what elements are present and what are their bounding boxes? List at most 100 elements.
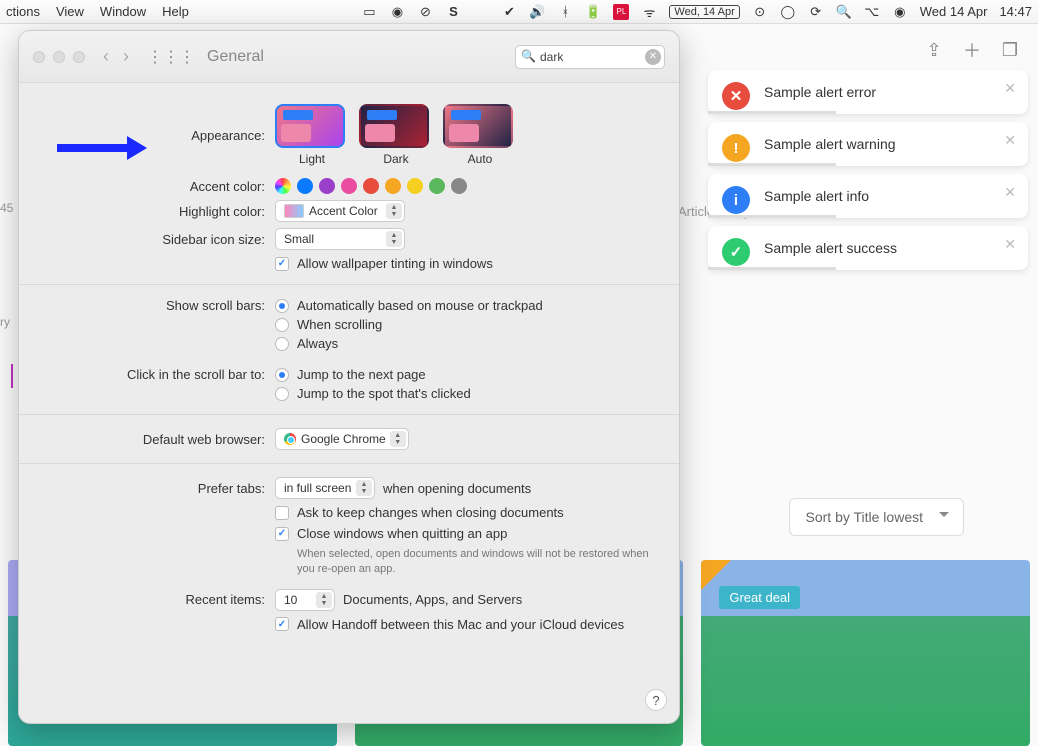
bg-fragment: ry (0, 315, 10, 329)
sort-dropdown[interactable]: Sort by Title lowest (789, 498, 965, 536)
menu-item[interactable]: Help (162, 4, 189, 19)
close-windows-checkbox[interactable] (275, 527, 289, 541)
appearance-light-preview (275, 104, 345, 148)
sidebar-size-select[interactable]: Small ▲▼ (275, 228, 405, 250)
forward-button[interactable]: › (123, 46, 129, 67)
click-spot-radio[interactable] (275, 387, 289, 401)
record-icon[interactable]: ◉ (389, 4, 405, 20)
menubar-date[interactable]: Wed 14 Apr (920, 4, 988, 19)
traffic-lights (33, 51, 85, 63)
volume-icon[interactable]: 🔊 (529, 4, 545, 20)
new-tab-icon[interactable]: ＋ (962, 40, 982, 60)
appearance-dark-preview (359, 104, 429, 148)
browser-value: Google Chrome (301, 432, 386, 446)
accent-green[interactable] (429, 178, 445, 194)
scroll-auto-radio[interactable] (275, 299, 289, 313)
language-flag-icon[interactable]: PL (613, 4, 629, 20)
alert-progress (708, 267, 836, 270)
wifi-icon[interactable]: ᯤ (641, 4, 657, 20)
back-button[interactable]: ‹ (103, 46, 109, 67)
alert-progress (708, 111, 836, 114)
alert-success: ✓ Sample alert success ✕ (708, 226, 1028, 270)
search-icon[interactable]: 🔍 (836, 4, 852, 20)
info-icon: i (722, 186, 750, 214)
stepper-icon: ▲▼ (386, 231, 402, 247)
alert-progress (708, 215, 836, 218)
appearance-auto-preview (443, 104, 513, 148)
menubar-time[interactable]: 14:47 (999, 4, 1032, 19)
close-icon[interactable]: ✕ (1004, 236, 1016, 253)
recent-items-select[interactable]: 10 ▲▼ (275, 589, 335, 611)
bluetooth-icon[interactable]: ᚼ (557, 4, 573, 20)
alert-info: i Sample alert info ✕ (708, 174, 1028, 218)
sidebar-size-value: Small (284, 232, 314, 246)
wallpaper-tinting-checkbox[interactable] (275, 257, 289, 271)
search-input[interactable] (515, 45, 665, 69)
siri-icon[interactable]: ◉ (892, 4, 908, 20)
accent-multicolor[interactable] (275, 178, 291, 194)
tabs-overview-icon[interactable]: ❐ (1000, 40, 1020, 60)
zoom-window-button[interactable] (73, 51, 85, 63)
accent-purple[interactable] (319, 178, 335, 194)
close-icon[interactable]: ✕ (1004, 80, 1016, 97)
app-s-icon[interactable]: S (445, 4, 461, 20)
handoff-label: Allow Handoff between this Mac and your … (297, 617, 624, 632)
clear-search-button[interactable]: ✕ (645, 49, 661, 65)
check-icon[interactable]: ✔ (501, 4, 517, 20)
handoff-checkbox[interactable] (275, 617, 289, 631)
close-icon[interactable]: ✕ (1004, 132, 1016, 149)
share-icon[interactable]: ⇪ (924, 40, 944, 60)
menubar-apps: ctions View Window Help (6, 4, 189, 19)
divider (19, 463, 679, 464)
stepper-icon: ▲▼ (390, 431, 406, 447)
annotation-arrow (57, 136, 155, 160)
minimize-window-button[interactable] (53, 51, 65, 63)
dnd-icon[interactable]: ⊘ (417, 4, 433, 20)
menubar: ctions View Window Help ▭ ◉ ⊘ S ✔ 🔊 ᚼ 🔋 … (0, 0, 1038, 24)
scroll-opt-label: Always (297, 336, 338, 351)
alert-text: Sample alert warning (764, 136, 896, 152)
show-all-button[interactable]: ⋮⋮⋮ (147, 47, 195, 67)
battery-icon[interactable]: 🔋 (585, 4, 601, 20)
accent-yellow[interactable] (407, 178, 423, 194)
menu-item[interactable]: Window (100, 4, 146, 19)
alert-text: Sample alert info (764, 188, 869, 204)
browser-tab-actions: ⇪ ＋ ❐ (924, 40, 1020, 60)
alert-text: Sample alert error (764, 84, 876, 100)
menu-item[interactable]: ctions (6, 4, 40, 19)
close-icon[interactable]: ✕ (1004, 184, 1016, 201)
sync-icon[interactable]: ⟳ (808, 4, 824, 20)
close-window-button[interactable] (33, 51, 45, 63)
accent-blue[interactable] (297, 178, 313, 194)
appearance-dark[interactable]: Dark (359, 104, 433, 166)
user-icon[interactable]: ◯ (780, 4, 796, 20)
appearance-auto[interactable]: Auto (443, 104, 517, 166)
click-opt-label: Jump to the spot that's clicked (297, 386, 471, 401)
default-browser-select[interactable]: Google Chrome ▲▼ (275, 428, 409, 450)
scroll-when-radio[interactable] (275, 318, 289, 332)
play-icon[interactable]: ⊙ (752, 4, 768, 20)
menu-item[interactable]: View (56, 4, 84, 19)
prefertabs-select[interactable]: in full screen ▲▼ (275, 477, 375, 499)
highlight-color-select[interactable]: Accent Color ▲▼ (275, 200, 405, 222)
accent-graphite[interactable] (451, 178, 467, 194)
deal-badge: Great deal (719, 586, 800, 609)
scroll-always-radio[interactable] (275, 337, 289, 351)
listing-card[interactable]: Great deal (701, 560, 1030, 746)
control-center-icon[interactable]: ⌥ (864, 4, 880, 20)
display-mirror-icon[interactable]: ▭ (361, 4, 377, 20)
help-button[interactable]: ? (645, 689, 667, 711)
modal-body: Appearance: Light Dark Auto Accent color… (19, 83, 679, 723)
accent-red[interactable] (363, 178, 379, 194)
click-next-page-radio[interactable] (275, 368, 289, 382)
accent-orange[interactable] (385, 178, 401, 194)
appearance-option-label: Auto (443, 152, 517, 166)
date-badge[interactable]: Wed, 14 Apr (669, 5, 739, 19)
click-opt-label: Jump to the next page (297, 367, 426, 382)
alert-error: ✕ Sample alert error ✕ (708, 70, 1028, 114)
modal-toolbar: ‹ › ⋮⋮⋮ General 🔍 ✕ (19, 31, 679, 83)
alert-progress (708, 163, 836, 166)
appearance-light[interactable]: Light (275, 104, 349, 166)
accent-pink[interactable] (341, 178, 357, 194)
ask-changes-checkbox[interactable] (275, 506, 289, 520)
